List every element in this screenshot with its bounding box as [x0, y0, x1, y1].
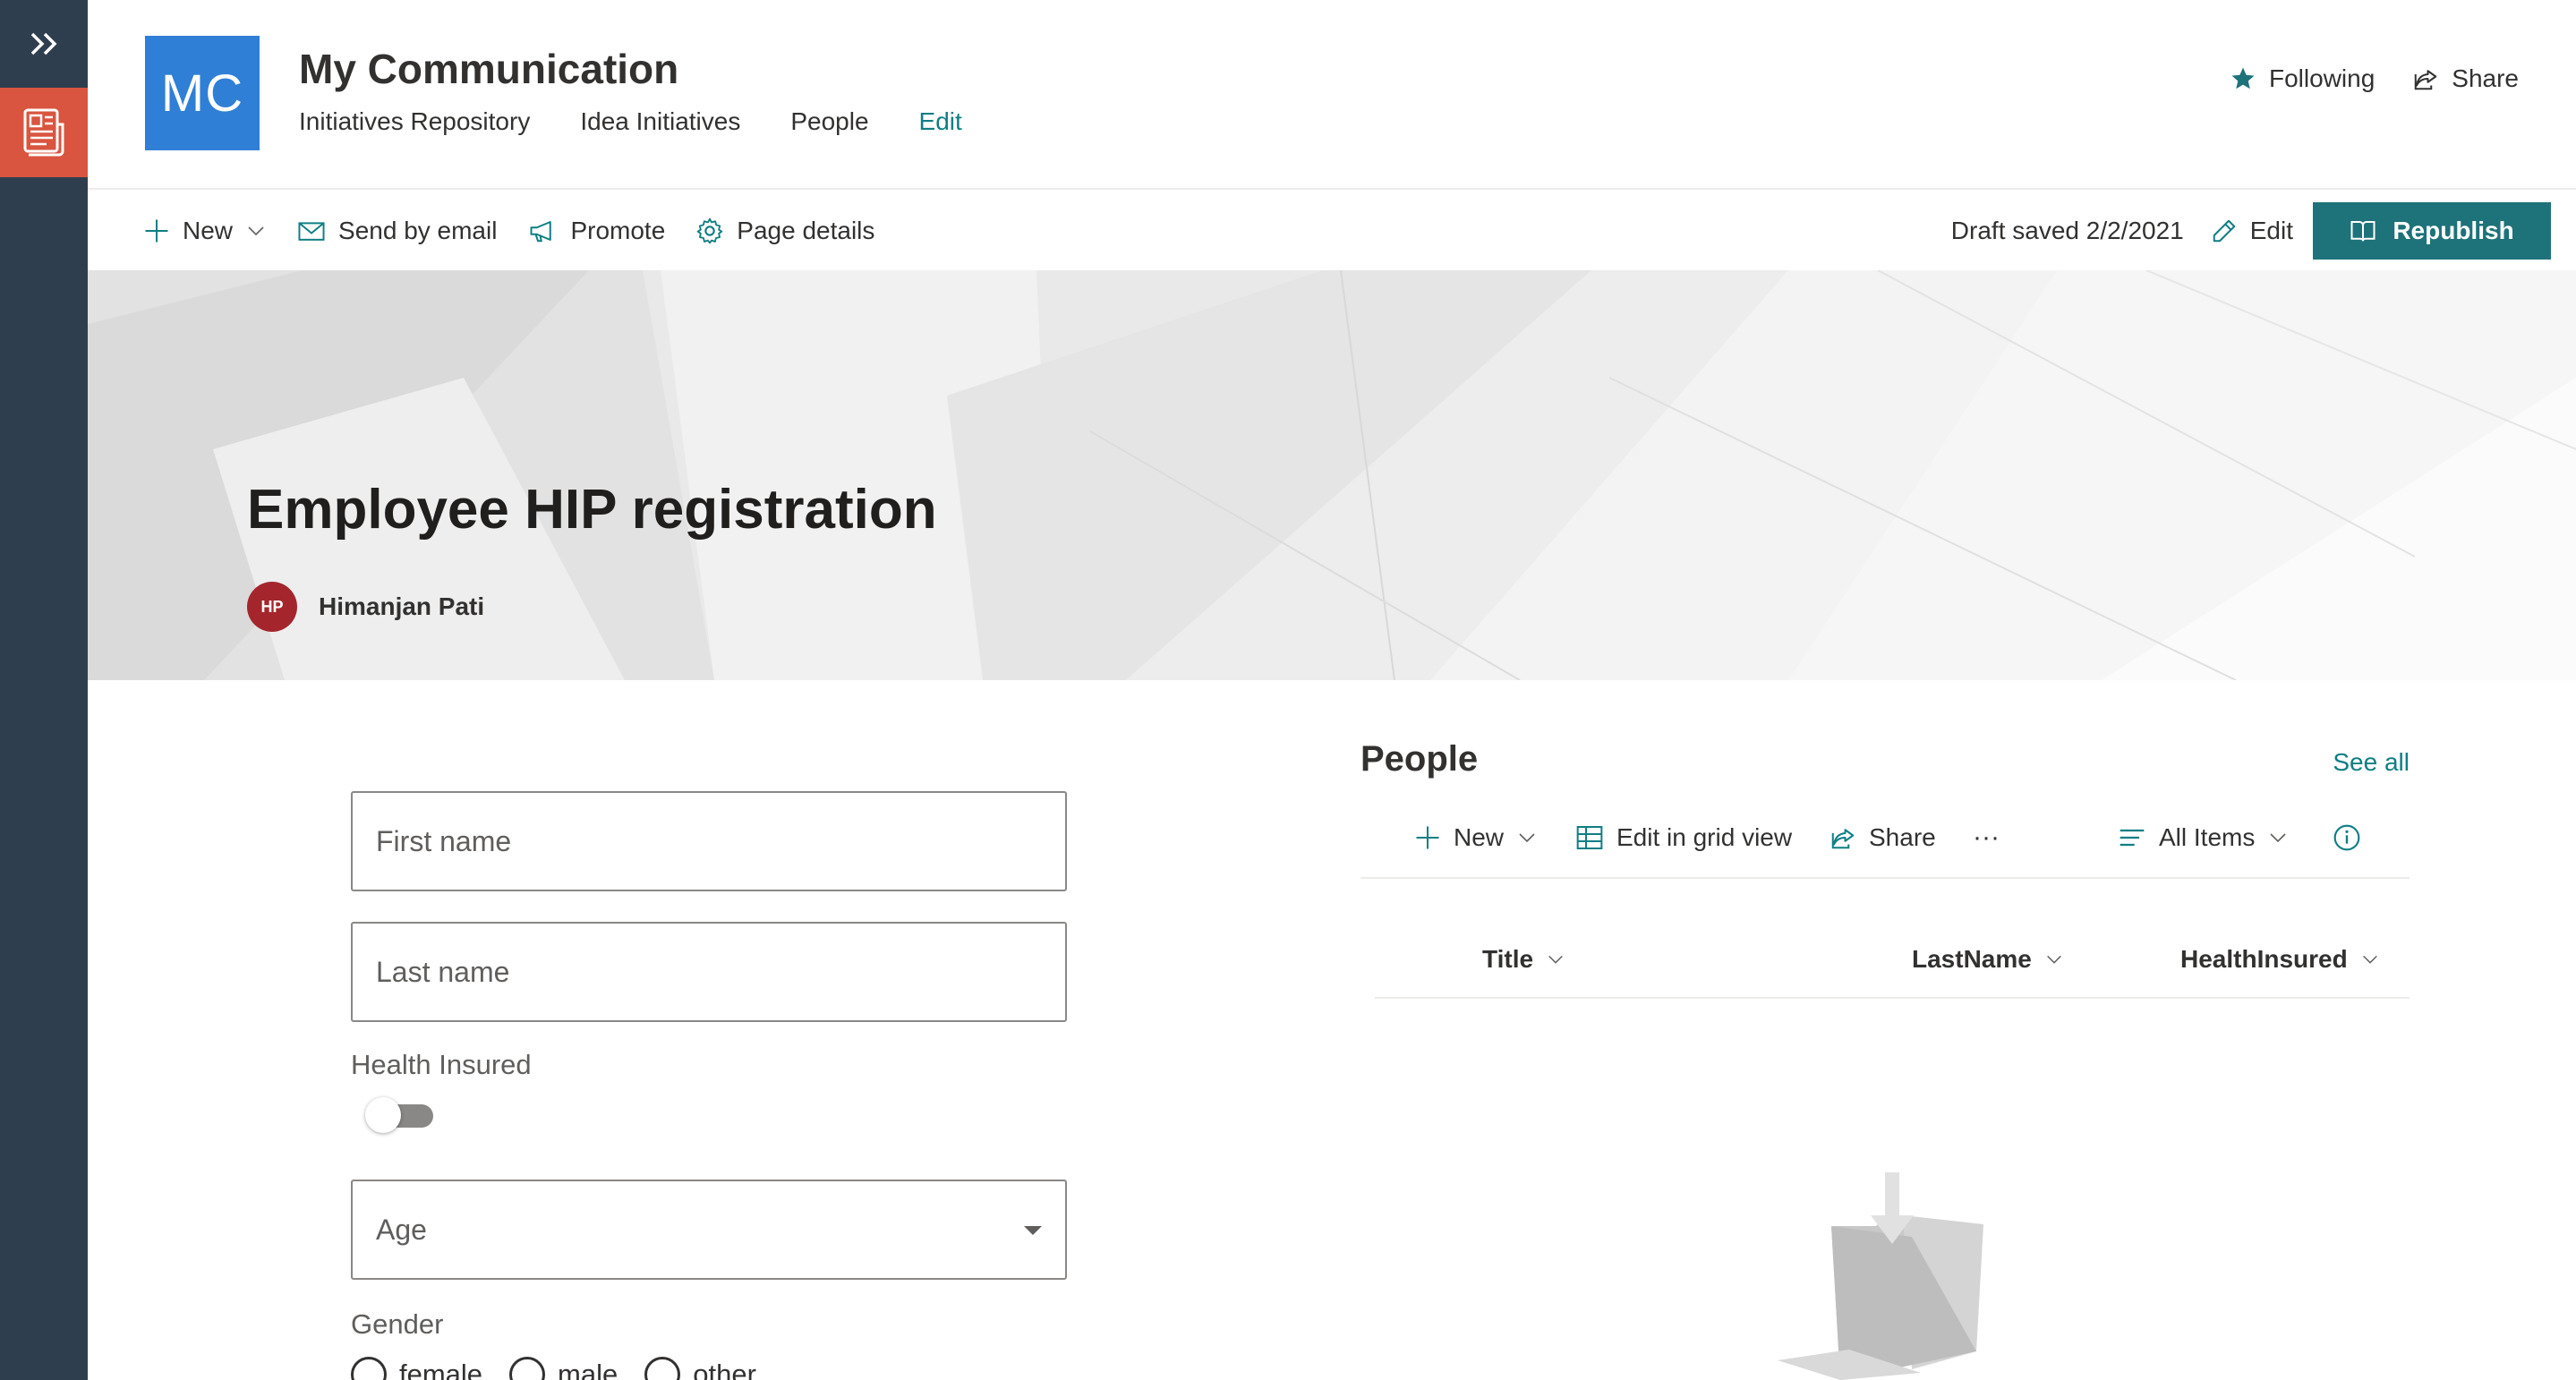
pencil-icon [2213, 219, 2235, 243]
send-by-email-button[interactable]: Send by email [297, 217, 497, 245]
star-filled-icon [2231, 67, 2255, 89]
following-label: Following [2269, 64, 2376, 92]
site-actions: Following Share [2230, 64, 2519, 93]
list-command-bar: New Edit in grid view Share ··· All Item… [1361, 805, 2410, 879]
see-all-link[interactable]: See all [2333, 748, 2410, 777]
gender-option-label: female [399, 1359, 483, 1380]
app-rail [0, 0, 88, 1380]
send-by-email-label: Send by email [338, 217, 498, 244]
share-icon [1831, 829, 1855, 849]
draft-status: Draft saved 2/2/2021 [1950, 217, 2184, 244]
caret-down-icon [1024, 1226, 1042, 1235]
column-header-title[interactable]: Title [1482, 945, 1565, 974]
chevron-down-icon [1548, 955, 1563, 964]
nav-item-idea-initiatives[interactable]: Idea Initiatives [580, 107, 740, 136]
view-list-icon [2120, 829, 2145, 847]
nav-edit-link[interactable]: Edit [919, 107, 962, 136]
column-header-label: LastName [1912, 945, 2032, 973]
gender-option-other[interactable]: other [644, 1357, 756, 1380]
first-name-field[interactable] [351, 791, 1067, 891]
column-header-lastname[interactable]: LastName [1912, 945, 2064, 974]
column-header-label: HealthInsured [2180, 945, 2348, 973]
view-selector[interactable]: All Items [2118, 818, 2289, 857]
chevron-down-icon [2362, 955, 2377, 964]
radio-circle[interactable] [509, 1357, 546, 1380]
republish-button[interactable]: Republish [2313, 202, 2551, 260]
edit-in-grid-view-label: Edit in grid view [1616, 823, 1793, 851]
list-new-button[interactable]: New [1414, 818, 1538, 857]
more-options-button[interactable]: ··· [1973, 818, 2000, 857]
following-button[interactable]: Following [2230, 64, 2375, 93]
site-share-button[interactable]: Share [2412, 64, 2519, 93]
gender-option-label: other [693, 1359, 756, 1380]
age-placeholder: Age [376, 1213, 427, 1246]
chevron-down-icon [2270, 833, 2286, 843]
list-share-button[interactable]: Share [1830, 818, 1936, 857]
avatar[interactable]: HP [247, 582, 297, 632]
new-label: New [183, 217, 234, 244]
view-selector-label: All Items [2159, 823, 2256, 851]
megaphone-icon [530, 221, 552, 243]
gender-option-label: male [558, 1359, 618, 1380]
last-name-input[interactable] [353, 924, 1065, 1020]
more-icon: ··· [1973, 822, 2000, 852]
first-name-input[interactable] [353, 793, 1065, 890]
edit-page-label: Edit [2249, 217, 2293, 244]
column-header-label: Title [1482, 945, 1534, 973]
republish-label: Republish [2393, 217, 2514, 244]
toggle-knob [365, 1097, 401, 1133]
expand-nav-button[interactable] [0, 0, 88, 88]
gear-icon [697, 217, 723, 244]
site-navigation: Initiatives Repository Idea Initiatives … [299, 107, 962, 136]
last-name-field[interactable] [351, 922, 1067, 1022]
people-list-title[interactable]: People [1361, 739, 1478, 779]
list-header-row: Title LastName HealthInsured [1375, 925, 2410, 999]
gender-radio-group: female male other [351, 1357, 756, 1380]
page-details-label: Page details [737, 217, 875, 244]
health-insured-toggle[interactable] [365, 1097, 435, 1133]
gender-label: Gender [351, 1308, 444, 1340]
nav-item-people[interactable]: People [790, 107, 868, 136]
site-title[interactable]: My Communication [299, 45, 678, 93]
chevron-down-icon [248, 226, 264, 236]
news-app-button[interactable] [0, 88, 88, 177]
plus-icon [1416, 826, 1439, 849]
edit-page-button[interactable]: Edit [2211, 217, 2293, 245]
radio-circle[interactable] [644, 1357, 681, 1380]
gender-option-male[interactable]: male [509, 1357, 618, 1380]
share-icon [2415, 70, 2437, 90]
gender-option-female[interactable]: female [351, 1357, 482, 1380]
page-title: Employee HIP registration [247, 479, 937, 541]
chevron-down-icon [2046, 955, 2061, 964]
health-insured-label: Health Insured [351, 1049, 532, 1080]
site-logo[interactable]: MC [145, 36, 260, 150]
site-share-label: Share [2452, 64, 2519, 92]
newspaper-icon [23, 108, 64, 157]
promote-button[interactable]: Promote [527, 217, 665, 245]
page-title-banner: Employee HIP registration HP Himanjan Pa… [88, 270, 2576, 680]
page-details-button[interactable]: Page details [695, 217, 874, 245]
column-header-healthinsured[interactable]: HealthInsured [2180, 945, 2380, 974]
book-icon [2350, 221, 2376, 242]
edit-in-grid-view-button[interactable]: Edit in grid view [1575, 818, 1792, 857]
radio-circle[interactable] [351, 1357, 387, 1380]
grid-table-icon [1576, 826, 1603, 849]
double-chevron-right-icon [30, 32, 57, 55]
info-button[interactable] [2333, 818, 2361, 857]
author-name[interactable]: Himanjan Pati [319, 592, 484, 621]
new-button[interactable]: New [143, 217, 267, 245]
promote-label: Promote [570, 217, 666, 244]
page-author: HP Himanjan Pati [247, 582, 484, 632]
site-header: MC My Communication Initiatives Reposito… [88, 0, 2576, 190]
list-new-label: New [1454, 823, 1505, 851]
mail-icon [298, 222, 325, 241]
plus-icon [145, 219, 168, 243]
page-command-bar: New Send by email Promote Page details D… [88, 192, 2576, 270]
chevron-down-icon [1519, 833, 1535, 843]
age-dropdown[interactable]: Age [351, 1180, 1067, 1280]
info-icon [2333, 824, 2360, 851]
list-share-label: Share [1869, 823, 1936, 851]
empty-folder-illustration [1778, 1172, 1983, 1380]
nav-item-initiatives-repository[interactable]: Initiatives Repository [299, 107, 530, 136]
